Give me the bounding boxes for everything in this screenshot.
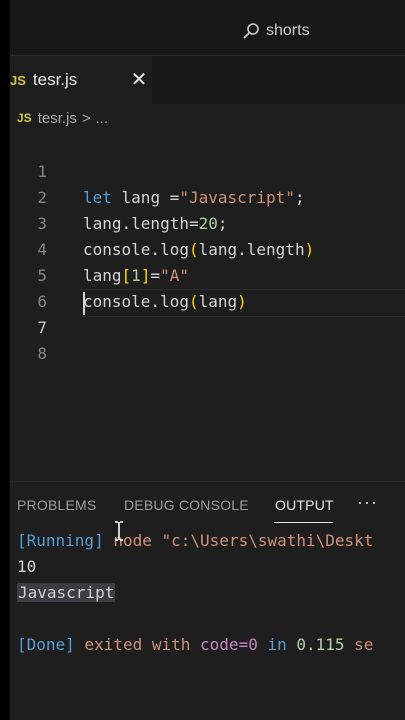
javascript-file-icon: JS bbox=[17, 111, 32, 125]
breadcrumb-separator: > bbox=[81, 109, 91, 127]
title-bar: shorts bbox=[10, 0, 405, 55]
breadcrumb-file[interactable]: tesr.js bbox=[38, 110, 77, 127]
search-label: shorts bbox=[266, 22, 310, 39]
panel-tab-bar: PROBLEMS DEBUG CONSOLE OUTPUT ··· bbox=[10, 482, 405, 524]
vscode-window: shorts JS tesr.js ✕ JS tesr.js > ... 1 l… bbox=[10, 0, 405, 720]
output-line: 10 bbox=[17, 557, 37, 576]
tab-output[interactable]: OUTPUT bbox=[275, 497, 334, 513]
tab-debug-console[interactable]: DEBUG CONSOLE bbox=[124, 497, 249, 513]
tab-problems[interactable]: PROBLEMS bbox=[17, 497, 96, 513]
active-tab-indicator bbox=[274, 522, 333, 523]
close-icon[interactable]: ✕ bbox=[126, 67, 152, 93]
editor-tab-bar: JS tesr.js ✕ bbox=[10, 55, 405, 104]
code-line: 3 console.log(lang.length) bbox=[10, 185, 405, 259]
code-line: 2 lang.length=20; bbox=[10, 159, 405, 233]
command-center-search[interactable]: shorts bbox=[242, 18, 310, 44]
code-line: 1 let lang ="Javascript"; bbox=[10, 133, 405, 207]
code-line: 6 bbox=[10, 263, 405, 311]
text-cursor-ibeam-icon bbox=[115, 521, 123, 541]
code-line: 4 lang[1]="A" bbox=[10, 211, 405, 285]
tab-tesr-js[interactable]: JS tesr.js ✕ bbox=[10, 56, 152, 104]
search-icon bbox=[243, 23, 259, 39]
breadcrumb-symbol[interactable]: ... bbox=[96, 110, 109, 127]
output-line: [Running] node "c:\Users\swathi\Deskt bbox=[17, 531, 374, 550]
breadcrumb: JS tesr.js > ... bbox=[17, 106, 108, 130]
code-line: 5 console.log(lang) bbox=[10, 237, 405, 311]
tab-label: tesr.js bbox=[32, 70, 78, 89]
code-line: 8 bbox=[10, 315, 405, 363]
more-actions-icon[interactable]: ··· bbox=[357, 492, 378, 513]
output-line: Javascript bbox=[17, 583, 116, 602]
javascript-file-icon: JS bbox=[10, 72, 26, 88]
output-line: [Done] exited with code=0 in 0.115 se bbox=[17, 635, 374, 654]
current-line-highlight bbox=[80, 289, 405, 317]
line-number: 8 bbox=[37, 344, 47, 363]
text-cursor bbox=[83, 292, 85, 315]
